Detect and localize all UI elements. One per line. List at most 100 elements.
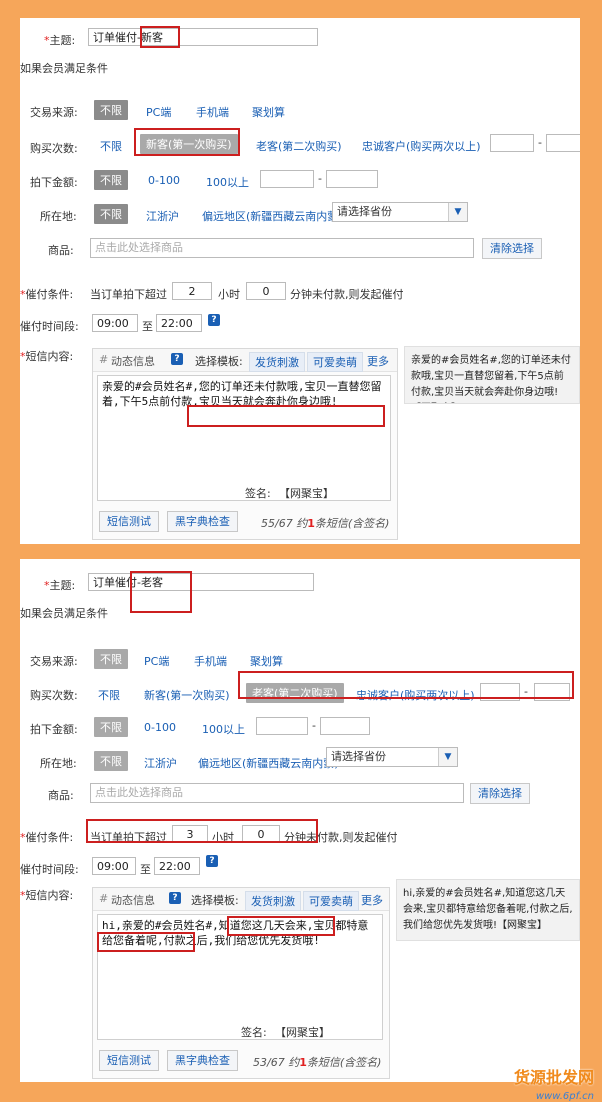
time-to-label: 至 (140, 863, 151, 876)
help-icon[interactable]: ? (169, 892, 181, 904)
clear-selection-button[interactable]: 清除选择 (470, 783, 530, 804)
source-opt-any[interactable]: 不限 (94, 100, 128, 120)
location-label: 所在地: (40, 210, 77, 223)
times-opt-old[interactable]: 老客(第二次购买) (256, 138, 342, 154)
times-opt-loyal[interactable]: 忠诚客户(购买两次以上) (362, 138, 481, 154)
dynamic-info-button[interactable]: 动态信息 (111, 892, 155, 908)
times-opt-any[interactable]: 不限 (100, 138, 122, 154)
campaign-panel-old-customer: *主题: 订单催付-老客 如果会员满足条件 交易来源: 不限 PC端 手机端 聚… (20, 559, 580, 1082)
location-opt-jzh[interactable]: 江浙沪 (146, 208, 179, 224)
location-opt-remote[interactable]: 偏远地区(新疆西藏云南内蒙) (202, 208, 343, 224)
goods-input[interactable]: 点击此处选择商品 (90, 238, 474, 258)
watermark-url: www.6pf.cn (535, 1091, 594, 1102)
signature-label: 签名: (245, 487, 271, 500)
time-to-input[interactable]: 22:00 (156, 314, 202, 332)
range-dash: - (318, 172, 322, 185)
time-to-label: 至 (142, 320, 153, 333)
sms-label: *短信内容: (20, 350, 74, 363)
amount-opt-100plus[interactable]: 100以上 (206, 174, 249, 190)
amount-max-input[interactable] (326, 170, 378, 188)
template-more-link[interactable]: 更多 (361, 892, 383, 908)
amount-opt-0-100[interactable]: 0-100 (148, 174, 180, 187)
dynamic-info-button[interactable]: 动态信息 (111, 353, 155, 369)
sms-label: *短信内容: (20, 889, 74, 902)
highlight-box (130, 571, 192, 613)
province-select-value: 请选择省份 (337, 205, 392, 218)
blackword-check-button[interactable]: 黑字典检查 (167, 511, 238, 532)
goods-label: 商品: (48, 244, 74, 257)
help-icon[interactable]: ? (206, 855, 218, 867)
times-max-input[interactable] (546, 134, 580, 152)
minutes-input[interactable]: 0 (246, 282, 286, 300)
province-select[interactable]: 请选择省份 ▼ (332, 202, 468, 222)
template-more-link[interactable]: 更多 (367, 353, 389, 369)
amount-min-input[interactable] (260, 170, 314, 188)
amount-opt-any[interactable]: 不限 (94, 170, 128, 190)
template-label: 选择模板: (195, 355, 243, 368)
times-label: 购买次数: (30, 689, 78, 702)
hash-icon[interactable]: # (99, 892, 108, 905)
sms-textarea[interactable]: 亲爱的#会员姓名#,您的订单还未付款哦,宝贝一直替您留着,下午5点前付款,宝贝当… (97, 375, 391, 501)
time-to-input[interactable]: 22:00 (154, 857, 200, 875)
highlight-box (140, 26, 180, 48)
amount-opt-0-100[interactable]: 0-100 (144, 721, 176, 734)
hash-icon[interactable]: # (99, 353, 108, 366)
location-opt-any[interactable]: 不限 (94, 751, 128, 771)
template-cute[interactable]: 可爱卖萌 (303, 891, 359, 911)
signature-value[interactable]: 【网聚宝】 (279, 485, 334, 501)
source-label: 交易来源: (30, 106, 78, 119)
help-icon[interactable]: ? (171, 353, 183, 365)
highlight-box (238, 671, 574, 699)
source-opt-mobile[interactable]: 手机端 (196, 104, 229, 120)
location-opt-remote[interactable]: 偏远地区(新疆西藏云南内蒙) (198, 755, 339, 771)
blackword-check-button[interactable]: 黑字典检查 (167, 1050, 238, 1071)
template-shipping[interactable]: 发货刺激 (245, 891, 301, 911)
times-opt-any[interactable]: 不限 (98, 687, 120, 703)
sms-test-button[interactable]: 短信测试 (99, 511, 159, 532)
location-opt-jzh[interactable]: 江浙沪 (144, 755, 177, 771)
highlight-box (86, 819, 318, 843)
hours-input[interactable]: 2 (172, 282, 212, 300)
chevron-down-icon[interactable]: ▼ (448, 203, 467, 221)
sms-editor: # 动态信息 ? 选择模板: 发货刺激 可爱卖萌 更多 hi,亲爱的#会员姓名#… (92, 887, 390, 1079)
subject-label: *主题: (44, 34, 76, 47)
template-cute[interactable]: 可爱卖萌 (307, 352, 363, 372)
sms-editor: # 动态信息 ? 选择模板: 发货刺激 可爱卖萌 更多 亲爱的#会员姓名#,您的… (92, 348, 398, 540)
subject-input[interactable]: 订单催付-老客 (88, 573, 314, 591)
sms-toolbar: # 动态信息 ? 选择模板: 发货刺激 可爱卖萌 更多 (93, 888, 389, 911)
amount-opt-100plus[interactable]: 100以上 (202, 721, 245, 737)
source-opt-pc[interactable]: PC端 (144, 653, 169, 669)
amount-min-input[interactable] (256, 717, 308, 735)
subject-input[interactable]: 订单催付-新客 (88, 28, 318, 46)
range-dash: - (312, 719, 316, 732)
location-opt-any[interactable]: 不限 (94, 204, 128, 224)
signature-value[interactable]: 【网聚宝】 (275, 1024, 330, 1040)
sms-test-button[interactable]: 短信测试 (99, 1050, 159, 1071)
template-shipping[interactable]: 发货刺激 (249, 352, 305, 372)
time-range-label: 催付时间段: (20, 320, 79, 333)
time-from-input[interactable]: 09:00 (92, 857, 136, 875)
times-opt-new[interactable]: 新客(第一次购买) (144, 687, 230, 703)
template-label: 选择模板: (191, 894, 239, 907)
clear-selection-button[interactable]: 清除选择 (482, 238, 542, 259)
condition-label: *催付条件: (20, 288, 74, 301)
subject-label: *主题: (44, 579, 76, 592)
source-opt-juhuasuan[interactable]: 聚划算 (250, 653, 283, 669)
conditions-header: 如果会员满足条件 (20, 607, 108, 620)
source-opt-mobile[interactable]: 手机端 (194, 653, 227, 669)
range-dash: - (538, 136, 542, 149)
amount-max-input[interactable] (320, 717, 370, 735)
province-select[interactable]: 请选择省份 ▼ (326, 747, 458, 767)
help-icon[interactable]: ? (208, 314, 220, 326)
chevron-down-icon[interactable]: ▼ (438, 748, 457, 766)
source-opt-juhuasuan[interactable]: 聚划算 (252, 104, 285, 120)
time-from-input[interactable]: 09:00 (92, 314, 138, 332)
source-opt-any[interactable]: 不限 (94, 649, 128, 669)
sms-count: 55/67 约1条短信(含签名) (261, 517, 390, 530)
source-opt-pc[interactable]: PC端 (146, 104, 171, 120)
amount-opt-any[interactable]: 不限 (94, 717, 128, 737)
times-min-input[interactable] (490, 134, 534, 152)
highlight-box (187, 405, 385, 427)
goods-label: 商品: (48, 789, 74, 802)
goods-input[interactable]: 点击此处选择商品 (90, 783, 464, 803)
